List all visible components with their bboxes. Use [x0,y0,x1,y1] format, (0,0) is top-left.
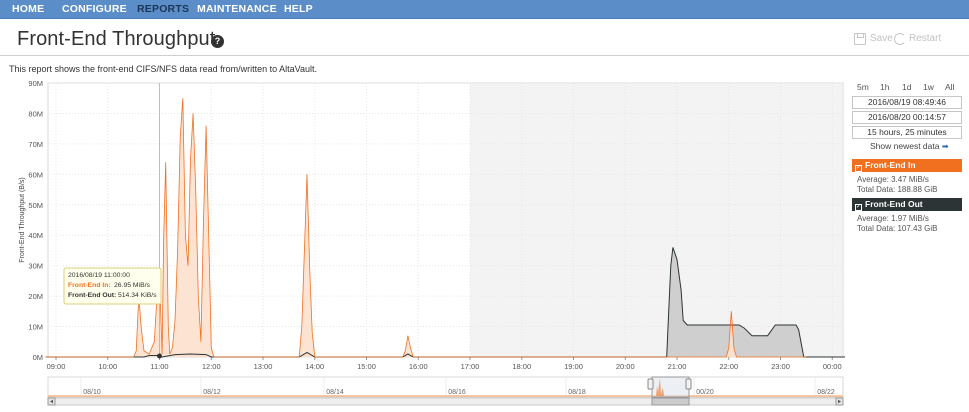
x-tick-label: 13:00 [254,362,273,371]
throughput-chart[interactable]: 0M 10M 20M 30M 40M 50M 60M 70M 80M 90M 09:00 10:00 1… [0,76,845,411]
legend-in-average: Average: 3.47 MiB/s [857,175,929,184]
range-1d-button[interactable]: 1d [902,82,911,92]
nav-configure[interactable]: CONFIGURE [62,0,127,19]
legend-front-end-out[interactable]: ✓ Front-End Out [852,198,962,211]
legend-out-average: Average: 1.97 MiB/s [857,214,929,223]
navigator-tick-label: 00/20 [696,389,714,396]
x-tick-label: 21:00 [668,362,687,371]
shaded-region [470,84,842,357]
save-button[interactable]: Save [870,33,893,44]
y-tick-label: 30M [28,262,43,271]
y-tick-label: 50M [28,201,43,210]
hover-point [157,353,162,359]
legend-in-total: Total Data: 188.88 GiB [857,185,938,194]
navigator-handle-left [647,378,654,390]
y-tick-label: 60M [28,170,43,179]
report-description: This report shows the front-end CIFS/NFS… [9,64,317,74]
end-time-field[interactable]: 2016/08/20 00:14:57 [852,111,962,124]
navigator-tick-label: 08/18 [568,389,586,396]
x-tick-label: 10:00 [98,362,117,371]
y-tick-label: 10M [28,323,43,332]
legend-out-label: Front-End Out [865,199,923,209]
x-tick-label: 22:00 [719,362,738,371]
restart-icon [894,33,906,45]
nav-help[interactable]: HELP [284,0,313,19]
nav-maintenance[interactable]: MAINTENANCE [197,0,277,19]
save-icon [854,33,866,45]
x-tick-label: 09:00 [47,362,66,371]
y-tick-label: 90M [28,79,43,88]
tooltip-time: 2016/08/19 11:00:00 [68,272,130,279]
x-tick-label: 23:00 [771,362,790,371]
x-tick-label: 17:00 [461,362,480,371]
x-tick-label: 19:00 [564,362,583,371]
navigator-tick-label: 08/14 [326,389,344,396]
tooltip-out-value: 514.34 KiB/s [118,292,157,299]
x-tick-label: 14:00 [305,362,324,371]
legend-in-label: Front-End In [865,160,916,170]
y-axis-label: Front-End Throughput (B/s) [19,177,26,262]
range-1w-button[interactable]: 1w [923,82,934,92]
range-5m-button[interactable]: 5m [857,82,869,92]
legend-out-total: Total Data: 107.43 GiB [857,224,938,233]
show-newest-label: Show newest data [870,141,940,151]
range-all-button[interactable]: All [945,82,954,92]
title-divider [0,55,969,56]
start-time-field[interactable]: 2016/08/19 08:49:46 [852,96,962,109]
y-tick-label: 40M [28,231,43,240]
navigator-tick-label: 08/12 [203,389,221,396]
tooltip-in-label: Front-End In: [68,282,111,289]
duration-field[interactable]: 15 hours, 25 minutes [852,126,962,139]
legend-front-end-in[interactable]: ✓ Front-End In [852,159,962,172]
show-newest-link[interactable]: Show newest data ➡ [870,141,949,151]
top-nav: HOME CONFIGURE REPORTS MAINTENANCE HELP [0,0,969,19]
scrollbar-thumb [651,397,690,406]
x-tick-label: 16:00 [409,362,428,371]
help-icon[interactable]: ? [211,35,224,48]
y-tick-label: 20M [28,292,43,301]
nav-reports[interactable]: REPORTS [137,0,189,19]
navigator-tick-label: 08/22 [817,389,835,396]
navigator-tick-label: 08/16 [448,389,466,396]
arrow-right-icon: ➡ [941,142,949,151]
x-tick-label: 00:00 [823,362,842,371]
checkbox-icon: ✓ [855,203,862,211]
y-tick-label: 80M [28,109,43,118]
scrollbar-track [47,397,844,406]
x-tick-label: 11:00 [150,362,168,371]
y-tick-label: 0M [33,353,43,362]
page-title: Front-End Throughput [17,28,216,50]
y-tick-label: 70M [28,140,43,149]
x-tick-label: 15:00 [357,362,376,371]
x-tick-label: 12:00 [202,362,221,371]
checkbox-icon: ✓ [855,164,862,172]
x-tick-label: 20:00 [616,362,635,371]
restart-button[interactable]: Restart [909,33,941,44]
navigator-handle-right [685,378,692,390]
tooltip-in-value: 26.95 MiB/s [114,282,150,289]
navigator-tick-label: 08/10 [83,389,101,396]
nav-home[interactable]: HOME [12,0,44,19]
x-tick-label: 18:00 [512,362,531,371]
tooltip-out-label: Front-End Out: [68,292,116,299]
range-1h-button[interactable]: 1h [880,82,889,92]
